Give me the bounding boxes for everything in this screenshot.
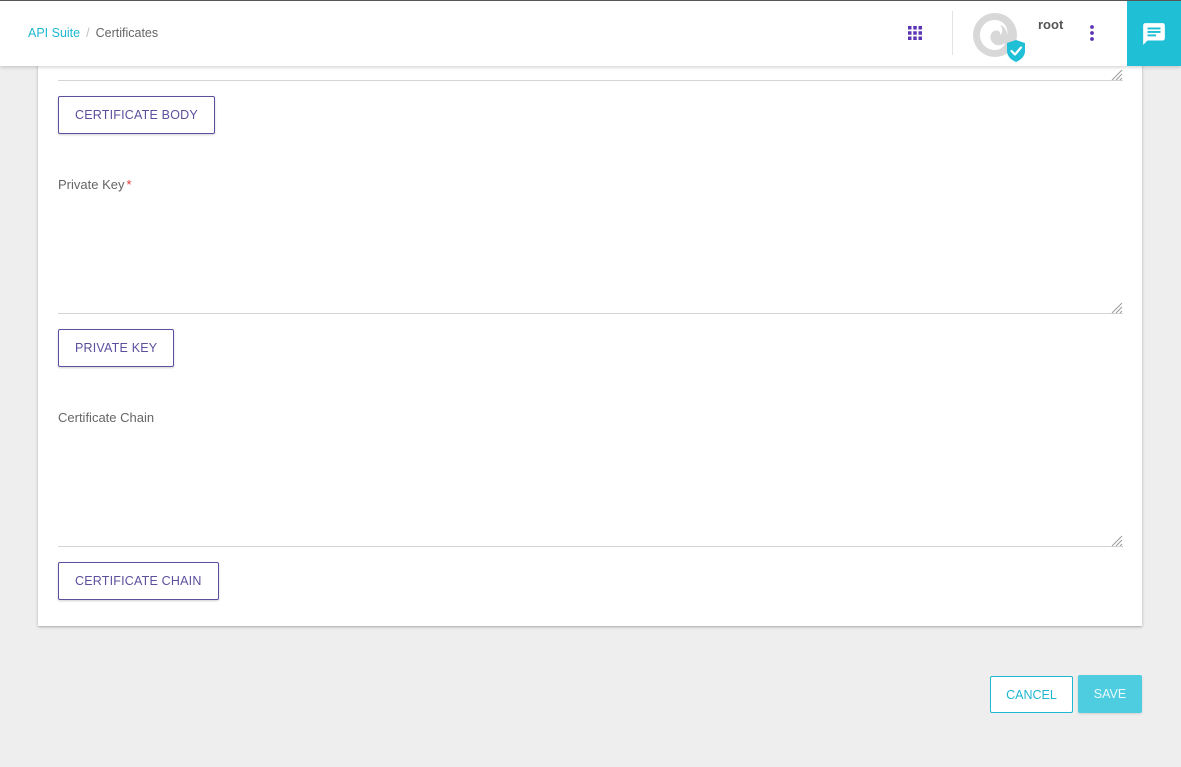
breadcrumb-api-suite-link[interactable]: API Suite bbox=[28, 26, 80, 40]
private-key-label: Private Key * bbox=[58, 177, 132, 192]
chat-icon bbox=[1143, 22, 1165, 45]
username-label: root bbox=[1038, 17, 1064, 32]
certificate-form-card: CERTIFICATE BODY Private Key * PRIVATE KE… bbox=[38, 0, 1142, 626]
user-avatar[interactable] bbox=[972, 12, 1028, 64]
private-key-textarea[interactable] bbox=[58, 198, 1123, 314]
verified-check-icon bbox=[1007, 40, 1025, 62]
certificate-chain-label: Certificate Chain bbox=[58, 410, 155, 425]
resize-grip-icon[interactable] bbox=[1109, 300, 1123, 314]
resize-grip-icon[interactable] bbox=[1109, 67, 1123, 81]
required-mark: * bbox=[126, 177, 132, 192]
resize-grip-icon[interactable] bbox=[1109, 533, 1123, 547]
save-button[interactable]: SAVE bbox=[1078, 675, 1142, 713]
breadcrumb-current-page: Certificates bbox=[95, 26, 159, 40]
certificate-chain-textarea[interactable] bbox=[58, 431, 1123, 547]
private-key-label-text: Private Key bbox=[58, 177, 125, 192]
breadcrumb: API Suite / Certificates bbox=[28, 26, 158, 40]
private-key-upload-button[interactable]: PRIVATE KEY bbox=[58, 329, 175, 367]
top-app-bar: API Suite / Certificates root bbox=[0, 0, 1181, 66]
more-vert-icon[interactable] bbox=[1084, 23, 1100, 43]
certificate-body-upload-button[interactable]: CERTIFICATE BODY bbox=[58, 96, 215, 134]
breadcrumb-separator: / bbox=[86, 26, 90, 40]
cancel-button[interactable]: CANCEL bbox=[990, 676, 1073, 713]
chat-button[interactable] bbox=[1127, 1, 1181, 66]
header-divider bbox=[952, 11, 953, 55]
certificate-chain-upload-button[interactable]: CERTIFICATE CHAIN bbox=[58, 562, 219, 600]
apps-grid-icon[interactable] bbox=[906, 24, 924, 42]
certificate-body-textarea[interactable] bbox=[58, 66, 1123, 81]
